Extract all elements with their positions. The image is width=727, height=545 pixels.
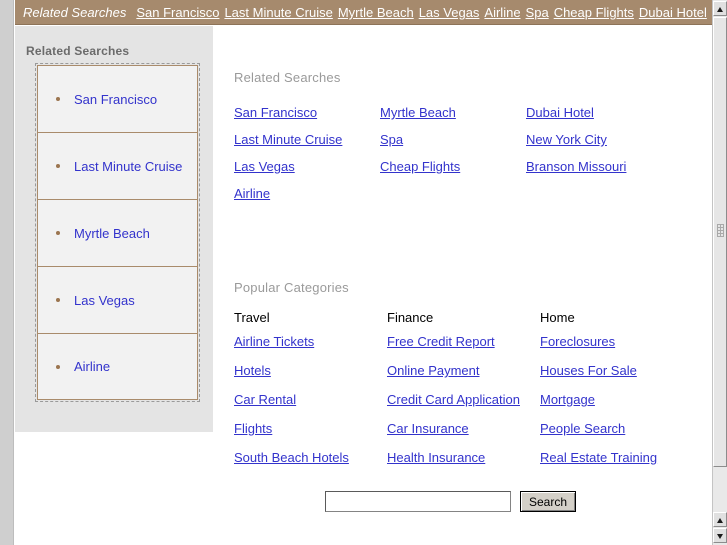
popular-categories-heading: Popular Categories [234, 280, 349, 295]
category-title-travel: Travel [234, 310, 270, 325]
sidebar-item-label: Myrtle Beach [74, 225, 150, 241]
link-last-minute-cruise[interactable]: Last Minute Cruise [234, 132, 380, 147]
sidebar-list: San Francisco Last Minute Cruise Myrtle … [35, 63, 200, 402]
topbar-link-cheap-flights[interactable]: Cheap Flights [554, 5, 634, 20]
scrollbar-thumb[interactable] [713, 17, 727, 467]
browser-page: Related Searches San Francisco Last Minute… [0, 0, 727, 545]
related-searches-column-2: Myrtle Beach Spa Cheap Flights [380, 105, 526, 213]
link-online-payment[interactable]: Online Payment [387, 363, 540, 378]
search-input[interactable] [325, 491, 511, 512]
topbar-link-last-minute-cruise[interactable]: Last Minute Cruise [224, 5, 332, 20]
sidebar-item-label: Airline [74, 359, 111, 374]
topbar-link-san-francisco[interactable]: San Francisco [136, 5, 219, 20]
related-searches-column-1: San Francisco Last Minute Cruise Las Veg… [234, 105, 380, 213]
sidebar-item-label: Las Vegas [74, 292, 135, 308]
sidebar-item-airline[interactable]: Airline [37, 333, 198, 400]
topbar-link-myrtle-beach[interactable]: Myrtle Beach [338, 5, 414, 20]
sidebar-heading: Related Searches [26, 44, 130, 58]
related-searches-grid: San Francisco Last Minute Cruise Las Veg… [234, 105, 704, 213]
document-area: Related Searches San Francisco Last Minute… [15, 0, 712, 545]
link-cheap-flights[interactable]: Cheap Flights [380, 159, 526, 174]
link-new-york-city[interactable]: New York City [526, 132, 672, 147]
category-title-home: Home [540, 310, 575, 325]
related-searches-column-3: Dubai Hotel New York City Branson Missou… [526, 105, 672, 213]
link-real-estate-training[interactable]: Real Estate Training [540, 450, 693, 465]
scroll-down-arrow-icon [717, 534, 723, 539]
popular-categories-grid: Travel Airline Tickets Hotels Car Rental… [234, 310, 704, 479]
link-san-francisco[interactable]: San Francisco [234, 105, 380, 120]
category-title-finance: Finance [387, 310, 434, 325]
category-column-finance: Finance Free Credit Report Online Paymen… [387, 310, 540, 479]
vertical-scrollbar[interactable] [712, 0, 727, 545]
link-las-vegas[interactable]: Las Vegas [234, 159, 380, 174]
category-column-home: Home Foreclosures Houses For Sale Mortga… [540, 310, 693, 479]
main-content: Related Searches San Francisco Last Minu… [213, 26, 712, 545]
top-related-searches-bar: Related Searches San Francisco Last Minute… [15, 0, 712, 25]
link-credit-card-application[interactable]: Credit Card Application [387, 392, 540, 407]
category-column-travel: Travel Airline Tickets Hotels Car Rental… [234, 310, 387, 479]
link-people-search[interactable]: People Search [540, 421, 693, 436]
topbar-link-dubai-hotel[interactable]: Dubai Hotel [639, 5, 707, 20]
sidebar-item-last-minute-cruise[interactable]: Last Minute Cruise [37, 132, 198, 199]
bullet-icon [56, 231, 60, 235]
topbar-link-airline[interactable]: Airline [484, 5, 520, 20]
sidebar-item-san-francisco[interactable]: San Francisco [37, 65, 198, 132]
topbar-title: Related Searches [23, 5, 127, 20]
scroll-down-button[interactable] [713, 528, 727, 543]
scroll-up-arrow-icon [717, 7, 723, 12]
bullet-icon [56, 97, 60, 101]
link-free-credit-report[interactable]: Free Credit Report [387, 334, 540, 349]
link-hotels[interactable]: Hotels [234, 363, 387, 378]
link-south-beach-hotels[interactable]: South Beach Hotels [234, 450, 387, 465]
bullet-icon [56, 364, 60, 369]
sidebar-item-label: Last Minute Cruise [74, 158, 183, 174]
topbar-link-las-vegas[interactable]: Las Vegas [419, 5, 480, 20]
link-car-rental[interactable]: Car Rental [234, 392, 387, 407]
link-flights[interactable]: Flights [234, 421, 387, 436]
link-spa[interactable]: Spa [380, 132, 526, 147]
link-branson-missouri[interactable]: Branson Missouri [526, 159, 672, 174]
link-airline-tickets[interactable]: Airline Tickets [234, 334, 387, 349]
scrollbar-grip-icon [717, 224, 724, 237]
link-dubai-hotel[interactable]: Dubai Hotel [526, 105, 672, 120]
sidebar-item-label: San Francisco [74, 91, 158, 107]
link-car-insurance[interactable]: Car Insurance [387, 421, 540, 436]
link-mortgage[interactable]: Mortgage [540, 392, 693, 407]
search-button[interactable]: Search [520, 491, 577, 512]
scroll-up-arrow-icon [717, 518, 723, 523]
sidebar-item-myrtle-beach[interactable]: Myrtle Beach [37, 199, 198, 266]
link-houses-for-sale[interactable]: Houses For Sale [540, 363, 693, 378]
scroll-up-button-bottom[interactable] [713, 512, 727, 527]
sidebar-panel: Related Searches San Francisco Last Minu… [15, 26, 213, 432]
topbar-link-spa[interactable]: Spa [526, 5, 549, 20]
link-myrtle-beach[interactable]: Myrtle Beach [380, 105, 526, 120]
sidebar-item-las-vegas[interactable]: Las Vegas [37, 266, 198, 333]
link-foreclosures[interactable]: Foreclosures [540, 334, 693, 349]
scroll-up-button-top[interactable] [713, 1, 727, 16]
search-form: Search [325, 491, 577, 512]
related-searches-heading: Related Searches [234, 70, 341, 85]
link-airline[interactable]: Airline [234, 186, 380, 201]
bullet-icon [56, 164, 60, 168]
left-gutter [0, 0, 14, 545]
bullet-icon [56, 298, 60, 302]
link-health-insurance[interactable]: Health Insurance [387, 450, 540, 465]
